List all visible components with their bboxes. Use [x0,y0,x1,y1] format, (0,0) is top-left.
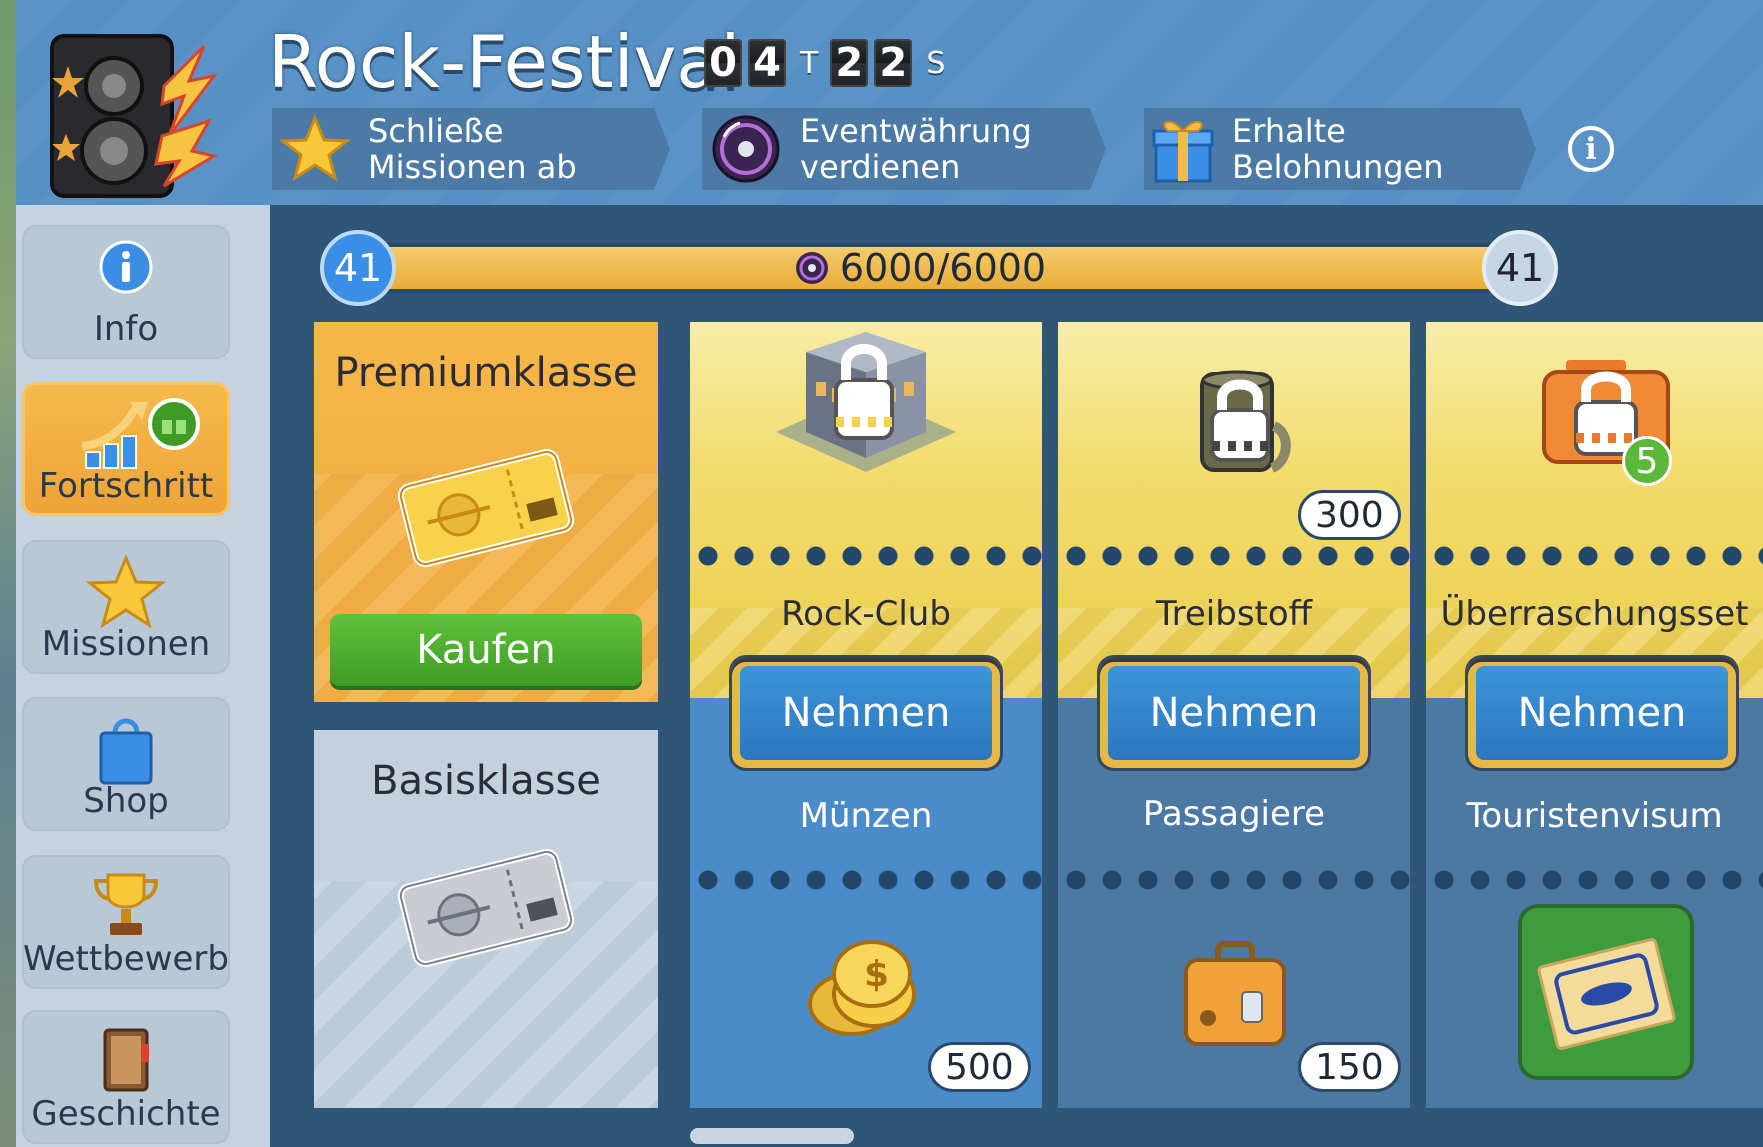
dotted-separator [1058,546,1410,566]
take-button-label: Nehmen [740,666,992,760]
timer-digit: 4 [748,39,786,87]
take-button[interactable]: Nehmen [1468,658,1736,768]
rock-club-building-icon [776,332,956,472]
sidebar-item-label: Geschichte [31,1094,221,1134]
sidebar-item-label: Shop [83,781,169,821]
dotted-separator [690,546,1042,566]
dotted-separator [1426,870,1763,890]
silver-ticket-icon [397,848,575,968]
horizontal-scrollbar[interactable] [690,1128,854,1144]
disc-icon [795,252,828,284]
current-level-badge: 41 [320,230,396,306]
reward-column: Rock-Club Nehmen Münzen $ 500 [690,322,1042,1108]
sidebar-item-shop[interactable]: Shop [22,697,230,831]
trophy-icon [93,873,159,935]
coins-icon: $ [808,940,916,1036]
sidebar-item-label: Wettbewerb [23,939,229,979]
timer-unit-seconds: S [926,45,946,81]
premium-tier-card: Premiumklasse Kaufen [314,322,658,702]
suitcase-icon [1184,941,1286,1046]
timer-digit: 2 [830,39,869,87]
dotted-separator [690,870,1042,890]
gift-icon [1152,120,1214,183]
step-complete-missions: Schließe Missionen ab [272,108,670,190]
step-label: Eventwährung verdienen [800,112,1032,186]
dotted-separator [1058,870,1410,890]
reward-name: Münzen [799,796,933,836]
sidebar-item-wettbewerb[interactable]: Wettbewerb [22,855,230,989]
reward-quantity: 500 [928,1042,1031,1092]
star-icon [86,554,166,629]
reward-column: 5 Überraschungsset Nehmen Touristenvisum [1426,322,1763,1108]
info-icon [99,240,153,294]
svg-text:$: $ [864,954,889,995]
step-get-rewards: Erhalte Belohnungen [1144,108,1536,190]
take-button-label: Nehmen [1108,666,1360,760]
progress-chart-icon [81,398,201,469]
tourist-visa-icon [1518,904,1694,1080]
sidebar-item-fortschritt[interactable]: Fortschritt [22,382,230,516]
star-icon [280,114,350,182]
basic-tier-card: Basisklasse [314,730,658,1108]
reward-name: Touristenvisum [1466,796,1723,836]
next-level-badge: 41 [1482,230,1558,306]
fuel-barrel-icon [1200,370,1291,473]
sidebar-item-label: Info [93,309,159,349]
timer-unit-days: T [800,45,819,81]
take-button-label: Nehmen [1476,666,1728,760]
take-button[interactable]: Nehmen [732,658,1000,768]
reward-name: Überraschungsset [1440,594,1749,634]
step-earn-currency: Eventwährung verdienen [702,108,1106,190]
event-progress-bar: 6000/6000 [340,243,1500,293]
tier-name: Premiumklasse [334,350,638,396]
progress-text: 6000/6000 [839,246,1047,290]
reward-count-badge: 5 [1622,436,1672,486]
countdown-timer: 0 4 T 2 2 S [704,38,957,88]
reward-name: Rock-Club [781,594,951,634]
sidebar-item-label: Missionen [41,624,211,664]
sidebar-item-missionen[interactable]: Missionen [22,540,230,674]
reward-quantity: 150 [1298,1042,1401,1092]
book-icon [103,1028,149,1092]
gold-ticket-icon [397,448,575,568]
take-button[interactable]: Nehmen [1100,658,1368,768]
sidebar-item-info[interactable]: Info [22,225,230,359]
shopping-bag-icon [99,718,153,785]
reward-column: 300 Treibstoff Nehmen Passagiere 150 [1058,322,1410,1108]
tier-name: Basisklasse [371,758,601,804]
timer-digit: 0 [704,39,742,87]
speaker-logo-icon [50,34,218,198]
step-label: Schließe Missionen ab [368,112,577,186]
sidebar-item-label: Fortschritt [38,466,214,506]
background-edge [0,0,16,1147]
dotted-separator [1426,546,1763,566]
sidebar-item-geschichte[interactable]: Geschichte [22,1010,230,1144]
timer-digit: 2 [874,39,913,87]
buy-premium-button[interactable]: Kaufen [330,614,642,686]
info-button[interactable]: i [1568,126,1614,172]
reward-name: Treibstoff [1155,594,1313,634]
reward-quantity: 300 [1298,490,1401,540]
progress-value: 6000/6000 [344,246,1496,290]
event-title: Rock-Festival [268,20,741,104]
disc-icon [712,115,780,183]
reward-name: Passagiere [1142,794,1326,834]
step-label: Erhalte Belohnungen [1232,112,1444,186]
